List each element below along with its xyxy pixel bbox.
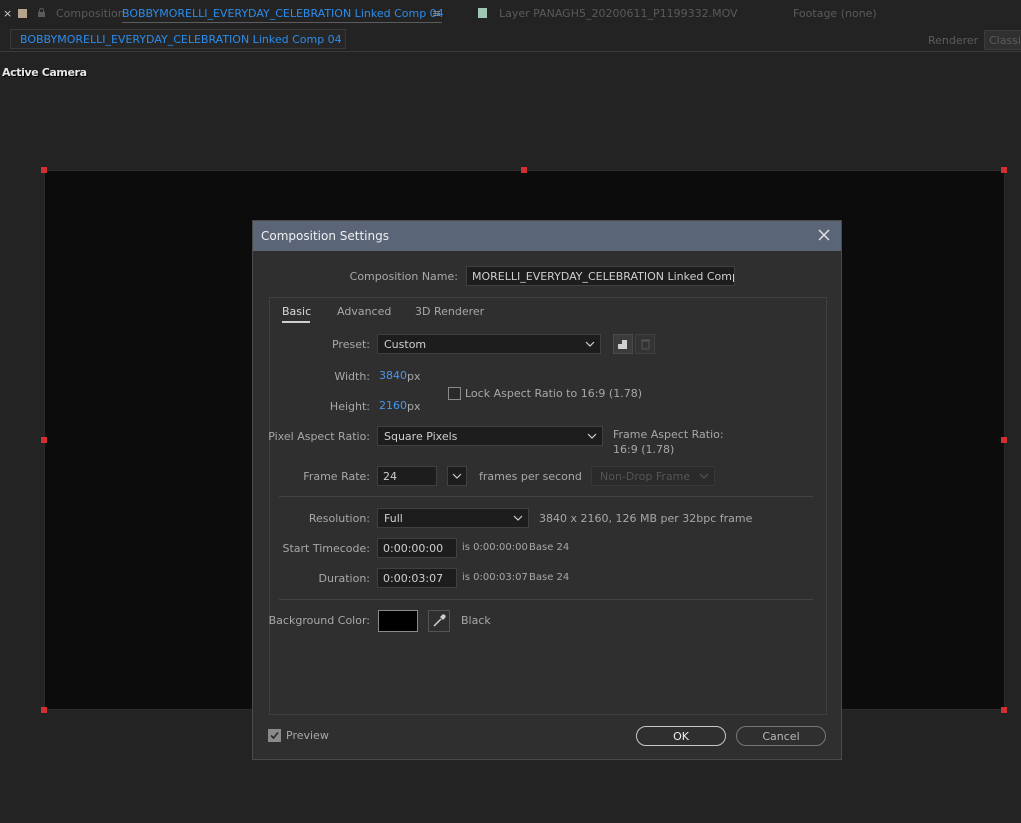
divider [279,599,813,600]
transform-handle-top-center[interactable] [521,167,527,173]
renderer-label: Renderer [928,34,979,47]
background-color-name: Black [461,614,491,627]
start-timecode-base: Base 24 [529,542,570,553]
pixel-aspect-label: Pixel Aspect Ratio: [268,430,370,443]
preset-value: Custom [384,338,427,351]
composition-tab-name[interactable]: BOBBYMORELLI_EVERYDAY_CELEBRATION Linked… [122,7,444,20]
duration-base: Base 24 [529,572,570,583]
frame-rate-dropdown[interactable] [447,466,467,486]
preview-checkbox[interactable] [268,729,281,742]
width-unit: px [407,370,421,383]
width-label: Width: [334,370,370,383]
frame-rate-label: Frame Rate: [303,470,370,483]
cancel-button[interactable]: Cancel [736,726,826,746]
delete-preset-icon[interactable] [635,334,655,354]
frame-rate-input[interactable]: 24 [377,466,437,486]
layer-tab[interactable]: Layer PANAGH5_20200611_P1199332.MOV [499,7,738,20]
duration-label: Duration: [318,572,370,585]
active-tab-indicator [282,321,310,323]
dialog-title-bar[interactable]: Composition Settings [253,221,841,251]
composition-color-swatch-icon [18,9,27,18]
duration-input[interactable]: 0:00:03:07 [377,568,457,588]
divider [279,496,813,497]
lock-aspect-checkbox[interactable] [448,387,461,400]
transform-handle-top-right[interactable] [1001,167,1007,173]
transform-handle-bottom-left[interactable] [41,707,47,713]
close-icon[interactable] [815,226,833,244]
settings-panel [269,297,827,715]
tab-3d-renderer[interactable]: 3D Renderer [415,305,484,318]
close-tab-icon[interactable]: × [3,7,12,20]
chevron-down-icon [452,469,462,483]
height-unit: px [407,400,421,413]
height-value[interactable]: 2160 [379,399,407,412]
height-label: Height: [329,400,370,413]
preset-dropdown[interactable]: Custom [377,334,601,354]
tab-basic[interactable]: Basic [282,305,311,318]
background-color-swatch[interactable] [378,610,418,632]
start-timecode-input[interactable]: 0:00:00:00 [377,538,457,558]
chevron-down-icon [513,511,523,525]
footage-tab[interactable]: Footage (none) [793,7,877,20]
resolution-label: Resolution: [308,512,370,525]
panel-tab-bar: × Composition BOBBYMORELLI_EVERYDAY_CELE… [0,0,1021,28]
ok-button[interactable]: OK [636,726,726,746]
transform-handle-bottom-right[interactable] [1001,707,1007,713]
composition-tab-prefix: Composition [56,7,125,20]
chevron-down-icon [699,469,709,483]
chevron-down-icon [585,337,595,351]
width-value[interactable]: 3840 [379,369,407,382]
layer-color-swatch-icon [478,8,487,18]
panel-menu-icon[interactable]: ≡ [432,7,441,20]
transform-handle-middle-right[interactable] [1001,437,1007,443]
eyedropper-icon[interactable] [428,610,450,632]
composition-name-label: Composition Name: [349,270,458,283]
lock-aspect-label: Lock Aspect Ratio to 16:9 (1.78) [465,387,642,400]
frame-aspect-value: 16:9 (1.78) [613,443,675,456]
pixel-aspect-value: Square Pixels [384,430,458,443]
drop-frame-value: Non-Drop Frame [600,470,691,483]
transform-handle-top-left[interactable] [41,167,47,173]
frame-aspect-label: Frame Aspect Ratio: [613,428,724,441]
resolution-value: Full [384,512,403,525]
renderer-dropdown[interactable]: Classic [984,30,1021,50]
background-color-label: Background Color: [268,614,370,627]
pixel-aspect-dropdown[interactable]: Square Pixels [377,426,603,446]
resolution-dropdown[interactable]: Full [377,508,529,528]
save-preset-icon[interactable] [613,334,633,354]
transform-handle-middle-left[interactable] [41,437,47,443]
composition-settings-dialog: Composition Settings Composition Name: M… [252,220,842,760]
composition-name-input[interactable]: MORELLI_EVERYDAY_CELEBRATION Linked Comp… [466,266,735,286]
preset-label: Preset: [331,338,370,351]
dialog-title: Composition Settings [261,229,389,243]
start-timecode-label: Start Timecode: [282,542,370,555]
resolution-info: 3840 x 2160, 126 MB per 32bpc frame [539,512,753,525]
drop-frame-dropdown: Non-Drop Frame [591,466,715,486]
duration-info: is 0:00:03:07 [462,572,528,583]
preview-label: Preview [286,729,329,742]
start-timecode-info: is 0:00:00:00 [462,542,528,553]
composition-subtab[interactable]: BOBBYMORELLI_EVERYDAY_CELEBRATION Linked… [10,29,346,49]
active-camera-label: Active Camera [2,66,87,79]
lock-icon[interactable] [37,8,46,17]
composition-tab-underline [122,22,442,23]
tab-advanced[interactable]: Advanced [337,305,391,318]
frame-rate-unit: frames per second [479,470,582,483]
chevron-down-icon [587,429,597,443]
